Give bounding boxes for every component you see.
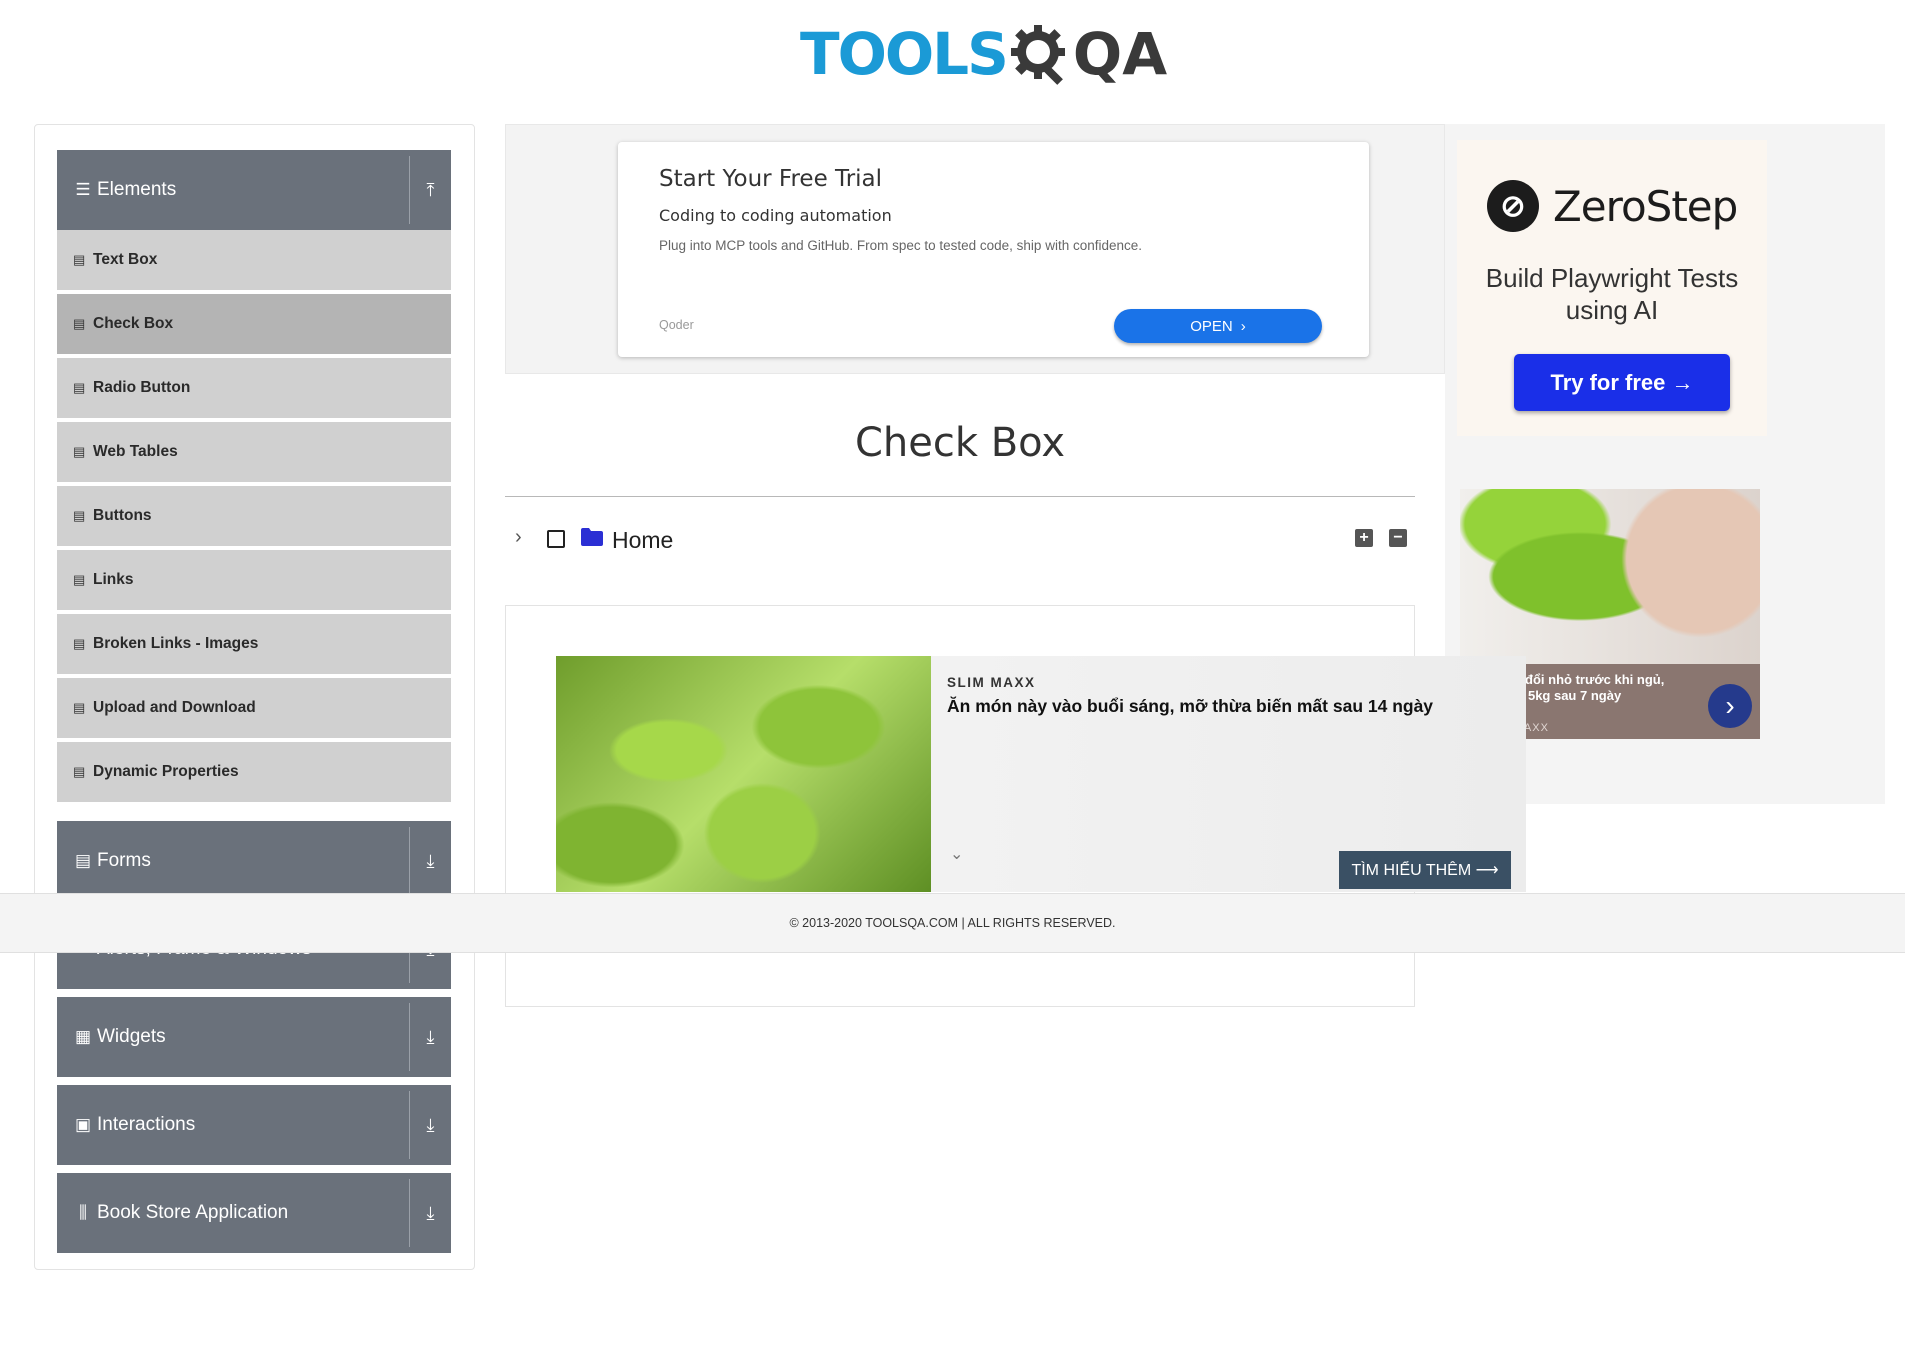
tree-node-label[interactable]: Home — [612, 527, 673, 554]
group-label: Interactions — [97, 1114, 196, 1135]
chevron-right-icon[interactable]: › — [515, 526, 522, 549]
html-icon: ▤ — [73, 508, 86, 523]
zerostep-logo: ⊘ ZeroStep — [1487, 180, 1738, 232]
group-header[interactable]: ⫼ Book Store Application ⤓ — [57, 1173, 451, 1253]
sidebar-item-label: Radio Button — [93, 379, 191, 396]
zerostep-headline: Build Playwright Tests using AI — [1485, 263, 1739, 325]
sidebar-item-label: Web Tables — [93, 443, 178, 460]
sidebar-item-label: Buttons — [93, 507, 152, 524]
group-label: Forms — [97, 850, 151, 871]
home-checkbox[interactable] — [547, 530, 565, 548]
open-button[interactable]: OPEN › — [1114, 309, 1322, 343]
html-icon: ▤ — [73, 636, 86, 651]
group-header[interactable]: ☰ Elements ⤒ — [57, 150, 451, 230]
sidebar-item-label: Text Box — [93, 251, 158, 268]
zerostep-icon: ⊘ — [1487, 180, 1539, 232]
chevron-right-icon[interactable]: › — [1708, 684, 1752, 728]
slim-maxx-native-ad[interactable]: SLIM MAXX Ăn món này vào buổi sáng, mỡ t… — [556, 656, 1526, 892]
hamburger-icon: ☰ — [75, 180, 91, 199]
sidebar-item-web-tables[interactable]: ▤ Web Tables — [57, 422, 451, 484]
zerostep-brand: ZeroStep — [1553, 181, 1738, 231]
footer-text: © 2013-2020 TOOLSQA.COM | ALL RIGHTS RES… — [789, 916, 1116, 930]
collapse-all-icon[interactable]: − — [1389, 529, 1407, 547]
html-icon: ▤ — [73, 700, 86, 715]
ad-image — [556, 656, 931, 892]
group-header[interactable]: ▤ Forms ⤓ — [57, 821, 451, 901]
left-sidebar: ☰ Elements ⤒ ▤ Text Box ▤ Check Box ▤ Ra… — [34, 124, 475, 1270]
group-label: Elements — [97, 179, 177, 200]
sidebar-item-radio-button[interactable]: ▤ Radio Button — [57, 358, 451, 420]
sidebar-item-label: Check Box — [93, 315, 174, 332]
site-header: TOOLS QA — [0, 0, 1905, 110]
ad-headline: Ăn món này vào buổi sáng, mỡ thừa biến m… — [947, 696, 1434, 716]
group-label: Widgets — [97, 1026, 166, 1047]
zerostep-ad[interactable]: ⊘ ZeroStep Build Playwright Tests using … — [1457, 140, 1767, 436]
html-icon: ▤ — [73, 444, 86, 459]
sidebar-group-interactions[interactable]: ▣ Interactions ⤓ — [57, 1085, 451, 1165]
html-icon: ▤ — [73, 316, 86, 331]
ad-brand: Qoder — [659, 318, 694, 332]
download-arrow-icon[interactable]: ⤓ — [409, 827, 451, 895]
ad-brand: SLIM MAXX — [947, 675, 1036, 690]
group-label: Book Store Application — [97, 1202, 289, 1223]
html-icon: ▤ — [73, 572, 86, 587]
ad-image — [1460, 489, 1760, 664]
page-title: Check Box — [854, 420, 1066, 466]
ad-card[interactable]: Start Your Free Trial Coding to coding a… — [618, 142, 1369, 357]
sidebar-item-label: Links — [93, 571, 134, 588]
folder-icon — [581, 528, 603, 546]
gear-icon — [1010, 25, 1065, 85]
group-header[interactable]: ▦ Widgets ⤓ — [57, 997, 451, 1077]
sidebar-item-buttons[interactable]: ▤ Buttons — [57, 486, 451, 548]
download-arrow-icon[interactable]: ⤓ — [409, 1179, 451, 1247]
sidebar-item-text-box[interactable]: ▤ Text Box — [57, 230, 451, 292]
sidebar-item-label: Broken Links - Images — [93, 635, 259, 652]
upload-arrow-icon[interactable]: ⤒ — [409, 156, 451, 224]
checkbox-tree: › Home + − — [505, 520, 1415, 560]
ad-description: Plug into MCP tools and GitHub. From spe… — [659, 238, 1143, 253]
toolsqa-logo[interactable]: TOOLS QA — [800, 14, 1167, 94]
sidebar-group-elements[interactable]: ☰ Elements ⤒ — [57, 150, 451, 230]
chevron-right-icon: › — [1240, 317, 1246, 335]
sidebar-group-bookstore[interactable]: ⫼ Book Store Application ⤓ — [57, 1173, 451, 1253]
sidebar-item-dynamic-properties[interactable]: ▤ Dynamic Properties — [57, 742, 451, 804]
logo-qa-text: QA — [1072, 20, 1168, 88]
sidebar-item-broken-links[interactable]: ▤ Broken Links - Images — [57, 614, 451, 676]
group-header[interactable]: ▣ Interactions ⤓ — [57, 1085, 451, 1165]
form-icon: ▤ — [74, 851, 92, 870]
expand-all-icon[interactable]: + — [1355, 529, 1373, 547]
divider — [505, 496, 1415, 497]
html-icon: ▤ — [73, 764, 86, 779]
sidebar-item-links[interactable]: ▤ Links — [57, 550, 451, 612]
sidebar-item-check-box[interactable]: ▤ Check Box — [57, 294, 451, 356]
interactions-icon: ▣ — [74, 1115, 92, 1134]
ad-subtitle: Coding to coding automation — [659, 206, 892, 225]
sidebar-item-upload-download[interactable]: ▤ Upload and Download — [57, 678, 451, 740]
widgets-icon: ▦ — [74, 1027, 92, 1046]
html-icon: ▤ — [73, 252, 86, 267]
logo-tools-text: TOOLS — [800, 20, 1009, 88]
open-button-label: OPEN — [1190, 317, 1233, 335]
ad-title: Start Your Free Trial — [659, 166, 883, 192]
learn-more-button[interactable]: TÌM HIỂU THÊM ⟶ — [1339, 851, 1511, 889]
sidebar-group-forms[interactable]: ▤ Forms ⤓ — [57, 821, 451, 901]
top-ad-banner: Start Your Free Trial Coding to coding a… — [505, 124, 1445, 374]
sidebar-item-label: Upload and Download — [93, 699, 256, 716]
books-icon: ⫼ — [79, 1203, 87, 1222]
download-arrow-icon[interactable]: ⤓ — [409, 1003, 451, 1071]
sidebar-item-label: Dynamic Properties — [93, 763, 239, 780]
html-icon: ▤ — [73, 380, 86, 395]
download-arrow-icon[interactable]: ⤓ — [409, 1091, 451, 1159]
site-footer: © 2013-2020 TOOLSQA.COM | ALL RIGHTS RES… — [0, 893, 1905, 953]
chevron-down-icon[interactable]: ⌄ — [950, 844, 963, 864]
sidebar-group-widgets[interactable]: ▦ Widgets ⤓ — [57, 997, 451, 1077]
try-for-free-button[interactable]: Try for free → — [1514, 354, 1730, 411]
